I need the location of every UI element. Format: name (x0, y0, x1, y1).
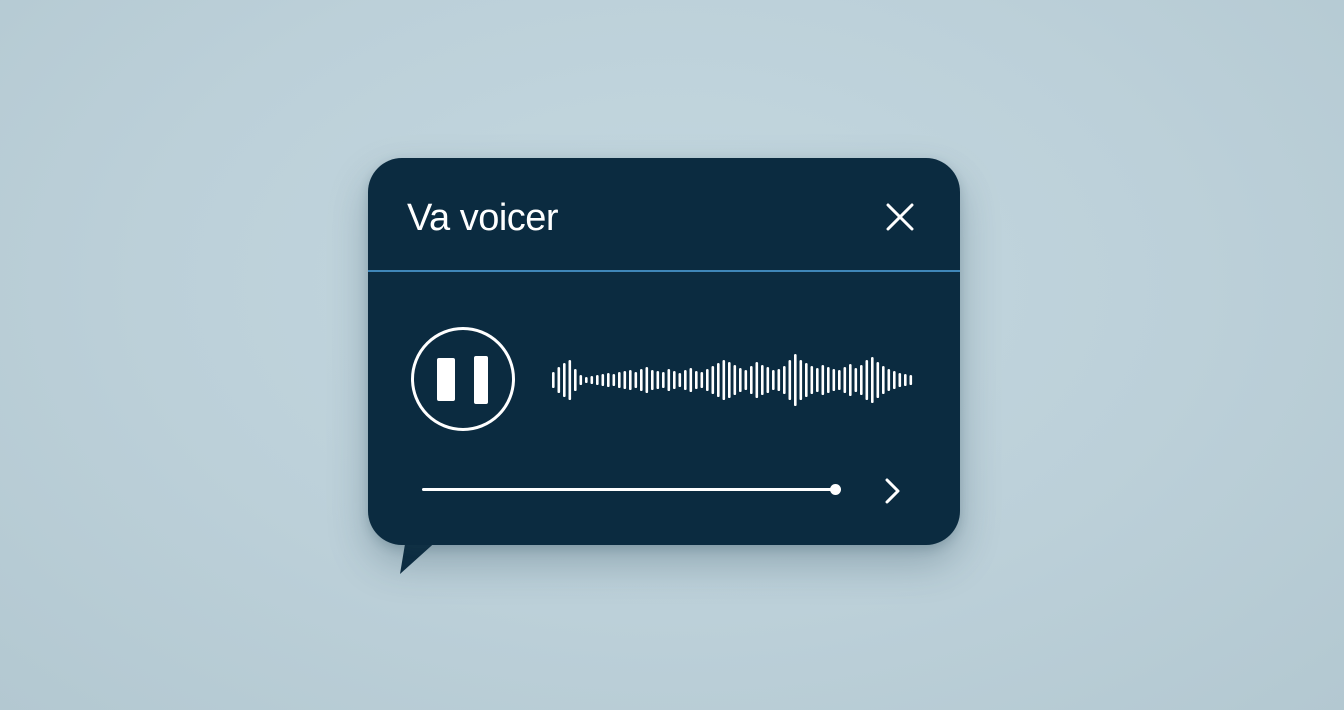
waveform-bar (810, 366, 814, 394)
waveform-bar (744, 370, 748, 390)
waveform-bar (909, 375, 913, 385)
waveform-bar (904, 374, 907, 386)
popup-title: Va voicer (407, 197, 559, 239)
waveform-bar (596, 375, 599, 385)
waveform-bar (893, 371, 896, 389)
waveform-bar (607, 373, 610, 387)
waveform-bar (827, 367, 830, 393)
waveform-bar (579, 375, 583, 385)
waveform-bar (689, 368, 693, 392)
waveform-bar (794, 354, 797, 406)
pause-icon-bar-left (437, 358, 455, 401)
waveform-bar (601, 374, 605, 386)
waveform-bar (629, 370, 632, 390)
waveform-bar (750, 366, 753, 394)
pause-button[interactable] (411, 327, 515, 431)
waveform-bar (563, 363, 566, 397)
waveform-bar (700, 372, 704, 388)
waveform-bar (882, 366, 885, 394)
voice-message-popup: Va voicer (368, 158, 960, 574)
waveform-bar (832, 369, 836, 391)
waveform-bar (634, 372, 638, 388)
waveform-bar (865, 360, 869, 400)
waveform-bar (733, 365, 737, 395)
waveform-bar (821, 365, 825, 395)
waveform-bar (552, 372, 555, 388)
waveform-bar (706, 369, 709, 391)
waveform-bar (783, 366, 786, 394)
waveform-bar (722, 360, 726, 400)
waveform-bar (761, 365, 764, 395)
waveform-bar (590, 376, 594, 384)
pause-icon-bar-right (474, 356, 488, 404)
popup-panel: Va voicer (368, 158, 960, 545)
waveform-bar (838, 370, 841, 390)
waveform-bar (711, 366, 715, 394)
waveform-bar (871, 357, 874, 403)
waveform-bar (843, 367, 847, 393)
waveform-bar (816, 368, 819, 392)
waveform-bar (662, 372, 665, 388)
playback-progress-slider[interactable] (422, 480, 844, 500)
progress-track (422, 488, 834, 491)
waveform-bar (766, 367, 770, 393)
waveform-bar (673, 371, 676, 389)
close-button[interactable] (880, 198, 920, 238)
waveform-bar (728, 362, 731, 398)
waveform-bar (667, 369, 671, 391)
waveform-bar (777, 369, 781, 391)
waveform-bar (887, 369, 891, 391)
waveform-bar (788, 360, 792, 400)
audio-waveform (552, 354, 913, 406)
waveform-bar (651, 370, 654, 390)
waveform-bar (772, 370, 775, 390)
next-button[interactable] (878, 476, 908, 506)
waveform-bar (805, 363, 808, 397)
waveform-bar (656, 371, 660, 389)
waveform-bar (618, 372, 621, 388)
waveform-bar (684, 370, 687, 390)
waveform-bar (557, 367, 561, 393)
waveform-bar (755, 362, 759, 398)
waveform-bar (876, 362, 880, 398)
waveform-bar (739, 368, 742, 392)
waveform-bar (695, 371, 698, 389)
waveform-bar (898, 373, 902, 387)
waveform-bar (585, 377, 588, 383)
waveform-bar (678, 373, 682, 387)
waveform-bar (574, 369, 577, 391)
waveform-bar (568, 360, 572, 400)
header-divider (368, 270, 960, 272)
close-icon (886, 203, 914, 231)
waveform-bar (799, 360, 803, 400)
progress-knob[interactable] (830, 484, 841, 495)
waveform-bar (612, 374, 616, 386)
waveform-bar (854, 368, 858, 392)
chevron-right-icon (885, 478, 900, 504)
waveform-bar (645, 367, 649, 393)
waveform-bar (623, 371, 627, 389)
waveform-bar (860, 365, 863, 395)
waveform-bar (640, 369, 643, 391)
waveform-bar (717, 363, 720, 397)
waveform-bar (849, 364, 852, 396)
